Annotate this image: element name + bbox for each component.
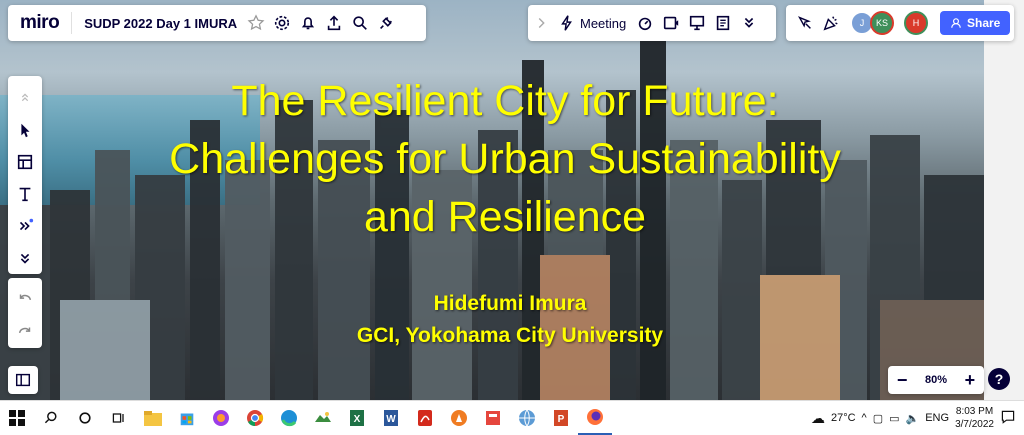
undo-redo-panel <box>8 278 42 348</box>
notes-icon[interactable] <box>710 10 736 36</box>
slide-frame[interactable]: The Resilient City for Future: Challenge… <box>0 0 984 400</box>
undo-icon[interactable] <box>12 286 38 311</box>
title-line-2: Challenges for Urban Sustainability <box>169 135 841 183</box>
file-explorer-icon[interactable] <box>136 401 170 435</box>
svg-text:W: W <box>386 414 396 425</box>
chevron-right-icon[interactable] <box>528 10 554 36</box>
author-name: Hidefumi Imura <box>433 292 587 315</box>
svg-text:X: X <box>354 414 361 425</box>
weather-temperature[interactable]: 27°C <box>831 412 856 424</box>
frame-layout-icon[interactable] <box>12 150 38 174</box>
panel-icon <box>15 373 31 387</box>
slide-author-block: Hidefumi Imura GCI, Yokohama City Univer… <box>250 288 770 352</box>
task-view-icon[interactable] <box>102 401 136 435</box>
board-header-toolbar: miro SUDP 2022 Day 1 IMURA <box>8 5 426 41</box>
settings-gear-icon[interactable] <box>269 10 295 36</box>
video-chat-icon[interactable] <box>658 10 684 36</box>
miro-logo[interactable]: miro <box>8 12 71 34</box>
title-line-1: The Resilient City for Future: <box>231 77 779 125</box>
plug-icon[interactable] <box>373 10 399 36</box>
photos-app-icon[interactable] <box>306 401 340 435</box>
zoom-in-button[interactable]: + <box>965 370 976 391</box>
battery-icon[interactable]: ▭ <box>889 412 899 425</box>
share-toolbar: J KS H Share <box>786 5 1014 41</box>
collaboration-toolbar: Meeting <box>528 5 776 41</box>
star-icon[interactable] <box>243 10 269 36</box>
collaborator-avatars[interactable]: J KS <box>850 11 894 35</box>
zoom-out-button[interactable]: − <box>897 370 908 391</box>
tray-chevron-up-icon[interactable]: ^ <box>862 412 867 424</box>
word-icon[interactable]: W <box>374 401 408 435</box>
more-tools-icon[interactable] <box>12 214 38 238</box>
bell-icon[interactable] <box>295 10 321 36</box>
chevron-double-down-icon[interactable] <box>736 10 762 36</box>
cortana-icon[interactable] <box>68 401 102 435</box>
zoom-level[interactable]: 80% <box>925 374 947 386</box>
reactions-party-icon[interactable] <box>818 10 844 36</box>
presentation-icon[interactable] <box>684 10 710 36</box>
svg-text:P: P <box>558 414 565 425</box>
firefox-nightly-icon[interactable] <box>204 401 238 435</box>
slide-title: The Resilient City for Future: Challenge… <box>120 72 890 246</box>
user-icon <box>951 18 961 28</box>
board-canvas[interactable]: The Resilient City for Future: Challenge… <box>0 0 1024 400</box>
edge-icon[interactable] <box>272 401 306 435</box>
meeting-button[interactable]: Meeting <box>580 16 626 31</box>
acrobat-icon[interactable] <box>408 401 442 435</box>
sidebar-toggle-button[interactable] <box>8 366 38 394</box>
board-name[interactable]: SUDP 2022 Day 1 IMURA <box>72 16 243 31</box>
system-clock[interactable]: 8:03 PM 3/7/2022 <box>955 405 994 431</box>
zoom-controls: − 80% + <box>888 366 984 394</box>
search-icon[interactable] <box>347 10 373 36</box>
avatar-ks[interactable]: KS <box>870 11 894 35</box>
store-icon[interactable] <box>170 401 204 435</box>
timer-icon[interactable] <box>632 10 658 36</box>
author-affiliation: GCI, Yokohama City University <box>356 324 664 347</box>
notification-center-icon[interactable] <box>1000 409 1016 428</box>
clock-date: 3/7/2022 <box>955 419 994 430</box>
firefox-icon[interactable] <box>578 401 612 435</box>
current-user-avatar[interactable]: H <box>904 11 928 35</box>
clock-time: 8:03 PM <box>955 406 994 417</box>
help-button[interactable]: ? <box>988 368 1010 390</box>
vlc-icon[interactable] <box>442 401 476 435</box>
excel-icon[interactable]: X <box>340 401 374 435</box>
expand-down-icon[interactable] <box>12 246 38 270</box>
network-icon[interactable]: ▢ <box>873 412 883 425</box>
upload-icon[interactable] <box>321 10 347 36</box>
cursor-flag-icon[interactable] <box>792 10 818 36</box>
windows-taskbar: X W P ☁ 27°C ^ ▢ ▭ 🔈 ENG 8:03 PM 3/7/202… <box>0 400 1024 435</box>
weather-cloud-icon[interactable]: ☁ <box>811 410 825 427</box>
share-button[interactable]: Share <box>940 11 1011 35</box>
left-tool-panel <box>8 76 42 274</box>
redo-icon[interactable] <box>12 319 38 344</box>
select-cursor-icon[interactable] <box>12 118 38 142</box>
lightning-icon[interactable] <box>554 10 580 36</box>
collapse-chevron-icon[interactable] <box>12 86 38 110</box>
title-line-3: and Resilience <box>363 193 647 241</box>
language-indicator[interactable]: ENG <box>925 412 949 424</box>
search-icon[interactable] <box>34 401 68 435</box>
app-icon-red[interactable] <box>476 401 510 435</box>
system-tray: ☁ 27°C ^ ▢ ▭ 🔈 ENG 8:03 PM 3/7/2022 <box>811 405 1024 431</box>
share-label: Share <box>967 16 1001 30</box>
text-tool-icon[interactable] <box>12 182 38 206</box>
powerpoint-icon[interactable]: P <box>544 401 578 435</box>
browser-globe-icon[interactable] <box>510 401 544 435</box>
chrome-icon[interactable] <box>238 401 272 435</box>
windows-start-icon[interactable] <box>0 401 34 435</box>
volume-icon[interactable]: 🔈 <box>906 412 920 425</box>
